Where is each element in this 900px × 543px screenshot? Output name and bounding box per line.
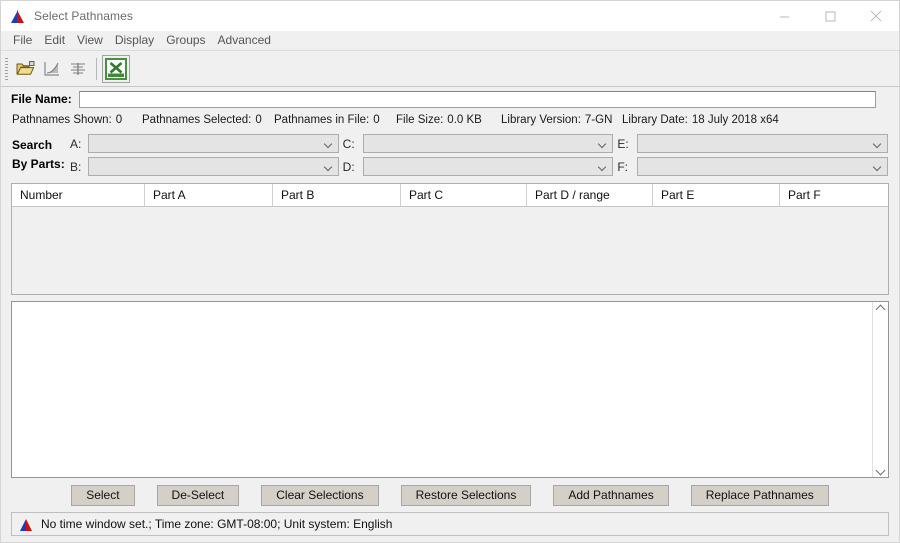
open-file-button[interactable] [13,56,39,82]
search-combo-a[interactable] [88,134,339,153]
menu-item-display[interactable]: Display [109,31,160,50]
counter-pathnames-shown: Pathnames Shown: 0 [12,114,142,126]
counter-pathnames-in-file: Pathnames in File: 0 [274,114,396,126]
minimize-button[interactable] [761,1,807,31]
chart-button[interactable] [39,56,65,82]
chevron-down-icon [325,164,333,169]
pathnames-table: Number Part A Part B Part C Part D / ran… [11,183,889,295]
combo-label-a: A: [70,136,82,151]
counter-value: 0.0 KB [447,114,482,126]
de-select-button[interactable]: De-Select [156,484,240,506]
file-name-input[interactable] [78,90,876,108]
toolbar [1,51,899,87]
chevron-down-icon [599,141,607,146]
column-header-part-b[interactable]: Part B [273,184,401,206]
output-text-panel [11,301,889,478]
action-buttons-row: Select De-Select Clear Selections Restor… [1,478,899,512]
combo-label-d: D: [342,159,355,174]
counter-value: 18 July 2018 x64 [691,114,779,126]
search-combo-e[interactable] [637,134,888,153]
menu-item-file[interactable]: File [7,31,38,50]
search-title-line2: By Parts: [12,157,65,171]
title-bar: Select Pathnames [1,1,899,31]
menu-item-edit[interactable]: Edit [38,31,71,50]
restore-selections-button[interactable]: Restore Selections [400,484,532,506]
column-header-number[interactable]: Number [12,184,145,206]
counter-value: 7-GN [584,114,613,126]
window-controls [761,1,899,31]
counter-value: 0 [255,114,262,126]
counter-library-version: Library Version: 7-GN [501,114,622,126]
close-icon [870,10,882,22]
status-counters: Pathnames Shown: 0 Pathnames Selected: 0 P… [1,111,899,129]
counter-value: 0 [373,114,380,126]
chevron-down-icon [325,141,333,146]
combo-label-c: C: [342,136,355,151]
select-button[interactable]: Select [71,484,135,506]
column-header-part-c[interactable]: Part C [401,184,527,206]
search-combo-b[interactable] [88,157,339,176]
align-list-button[interactable] [65,56,91,82]
counter-library-date: Library Date: 18 July 2018 x64 [622,114,779,126]
chevron-down-icon [599,164,607,169]
counter-label: Pathnames Shown: [12,114,112,126]
output-vertical-scrollbar[interactable] [872,302,888,477]
counter-label: Library Date: [622,114,688,126]
chevron-down-icon [874,164,882,169]
column-header-part-e[interactable]: Part E [653,184,780,206]
search-by-parts-label: Search By Parts: [12,136,70,174]
combo-label-b: B: [70,159,82,174]
menu-bar: File Edit View Display Groups Advanced [1,31,899,51]
column-header-part-f[interactable]: Part F [780,184,888,206]
column-header-part-d-range[interactable]: Part D / range [527,184,653,206]
search-combo-c[interactable] [362,134,614,153]
menu-item-advanced[interactable]: Advanced [212,31,277,50]
table-header-row: Number Part A Part B Part C Part D / ran… [12,184,888,207]
chevron-up-icon[interactable] [875,304,887,314]
combo-label-e: E: [617,136,629,151]
replace-pathnames-button[interactable]: Replace Pathnames [690,484,829,506]
counter-label: File Size: [396,114,444,126]
close-button[interactable] [853,1,899,31]
search-combo-f[interactable] [637,157,888,176]
search-title-line1: Search [12,138,53,152]
open-folder-icon [16,60,35,75]
file-name-row: File Name: [1,87,899,111]
counter-label: Library Version: [501,114,581,126]
window-title: Select Pathnames [34,9,133,23]
counter-value: 0 [115,114,123,126]
minimize-icon [779,16,789,17]
status-bar-text: No time window set.; Time zone: GMT-08:0… [41,517,393,531]
table-body-empty[interactable] [12,207,888,294]
search-combo-d[interactable] [362,157,614,176]
chevron-down-icon [874,141,882,146]
maximize-button[interactable] [807,1,853,31]
search-combo-grid: A: C: E: B: D: F: [70,133,888,177]
menu-item-view[interactable]: View [71,31,109,50]
status-bar: No time window set.; Time zone: GMT-08:0… [11,512,889,536]
counter-label: Pathnames Selected: [142,114,252,126]
counter-file-size: File Size: 0.0 KB [396,114,501,126]
excel-export-icon [105,57,127,80]
export-excel-button[interactable] [102,54,130,83]
toolbar-separator [96,57,97,80]
search-by-parts-section: Search By Parts: A: C: E: B: D: F: [1,129,899,181]
add-pathnames-button[interactable]: Add Pathnames [553,484,669,506]
column-header-part-a[interactable]: Part A [145,184,273,206]
menu-item-groups[interactable]: Groups [160,31,211,50]
maximize-icon [825,11,835,21]
app-logo-icon [20,518,34,531]
counter-label: Pathnames in File: [274,114,370,126]
list-align-icon [71,62,85,75]
toolbar-grip[interactable] [5,57,8,80]
chart-icon [44,61,59,76]
chevron-down-icon[interactable] [875,465,887,475]
app-logo-icon [10,8,26,24]
file-name-label: File Name: [11,92,72,106]
combo-label-f: F: [617,159,628,174]
select-pathnames-window: Select Pathnames File Edit View Display … [0,0,900,543]
counter-pathnames-selected: Pathnames Selected: 0 [142,114,274,126]
output-text-area[interactable] [12,302,872,477]
clear-selections-button[interactable]: Clear Selections [261,484,379,506]
